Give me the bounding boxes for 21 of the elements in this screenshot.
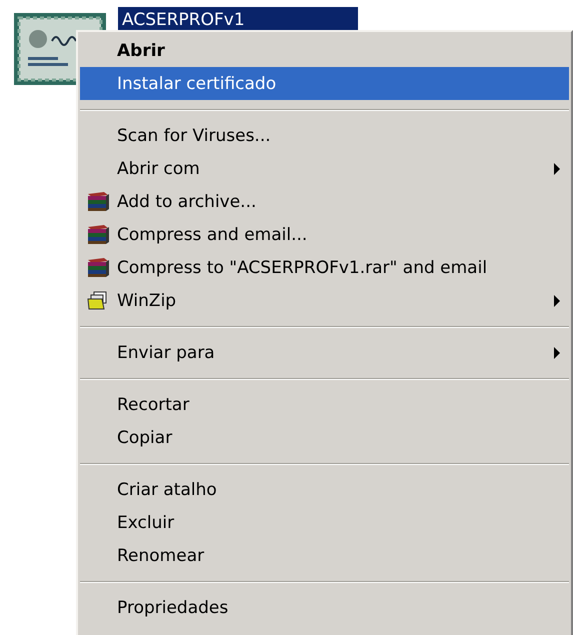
menu-item[interactable]: Recortar: [80, 388, 569, 421]
books-icon: [86, 257, 110, 278]
menu-item[interactable]: Compress to "ACSERPROFv1.rar" and email: [80, 251, 569, 284]
menu-item[interactable]: Excluir: [80, 506, 569, 539]
menu-item[interactable]: Propriedades: [80, 591, 569, 624]
menu-item[interactable]: Criar atalho: [80, 473, 569, 506]
submenu-arrow-icon: [553, 162, 561, 174]
menu-item[interactable]: Compress and email...: [80, 218, 569, 251]
menu-item[interactable]: Instalar certificado: [80, 67, 569, 100]
menu-item[interactable]: Abrir: [80, 34, 569, 67]
menu-item[interactable]: Add to archive...: [80, 185, 569, 218]
submenu-arrow-icon: [553, 346, 561, 358]
menu-item[interactable]: Enviar para: [80, 336, 569, 369]
menu-item[interactable]: Abrir com: [80, 152, 569, 185]
menu-item[interactable]: Copiar: [80, 421, 569, 454]
books-icon: [86, 224, 110, 245]
menu-item[interactable]: Renomear: [80, 539, 569, 572]
submenu-arrow-icon: [553, 294, 561, 306]
books-icon: [86, 191, 110, 212]
menu-item[interactable]: WinZip: [80, 284, 569, 317]
menu-item[interactable]: Scan for Viruses...: [80, 119, 569, 152]
